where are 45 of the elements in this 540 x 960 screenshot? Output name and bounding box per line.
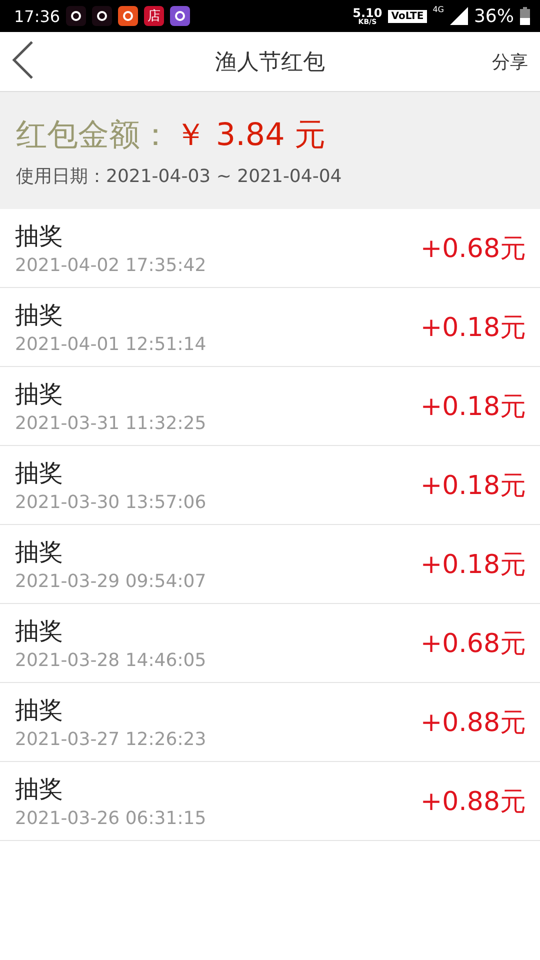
record-time: 2021-04-02 17:35:42 (15, 255, 208, 276)
record-amount: +0.68元 (420, 232, 526, 266)
app-icon: 店 (144, 6, 164, 26)
page-title: 渔人节红包 (215, 50, 325, 74)
record-row[interactable]: 抽奖 2021-03-31 11:32:25 +0.18元 (0, 367, 540, 446)
clock: 17:36 (14, 6, 60, 26)
network-type: 4G (432, 5, 444, 14)
record-time: 2021-03-26 06:31:15 (15, 808, 208, 829)
record-row[interactable]: 抽奖 2021-03-27 12:26:23 +0.88元 (0, 683, 540, 762)
speed-value: 5.10 (352, 6, 382, 18)
amount-value: ￥ 3.84 元 (175, 116, 326, 155)
share-button[interactable]: 分享 (492, 50, 528, 74)
record-title: 抽奖 (15, 774, 64, 805)
battery-icon (520, 7, 530, 25)
battery-level: 36% (474, 6, 514, 26)
record-amount: +0.18元 (420, 548, 526, 582)
volte-badge: VoLTE (388, 10, 427, 22)
record-time: 2021-03-30 13:57:06 (15, 492, 208, 513)
date-range: 使用日期：2021-04-03 ~ 2021-04-04 (16, 165, 343, 188)
amount-label: 红包金额： (16, 116, 171, 155)
record-row[interactable]: 抽奖 2021-03-28 14:46:05 +0.68元 (0, 604, 540, 683)
record-title: 抽奖 (15, 379, 64, 410)
record-row[interactable]: 抽奖 2021-04-02 17:35:42 +0.68元 (0, 209, 540, 288)
record-time: 2021-04-01 12:51:14 (15, 334, 208, 355)
record-title: 抽奖 (15, 300, 64, 331)
record-title: 抽奖 (15, 616, 64, 647)
record-row[interactable]: 抽奖 2021-03-26 06:31:15 +0.88元 (0, 762, 540, 841)
record-amount: +0.18元 (420, 390, 526, 424)
record-title: 抽奖 (15, 537, 64, 568)
record-row[interactable]: 抽奖 2021-03-29 09:54:07 +0.18元 (0, 525, 540, 604)
record-amount: +0.88元 (420, 706, 526, 740)
record-time: 2021-03-31 11:32:25 (15, 413, 208, 434)
signal-icon (450, 7, 468, 25)
record-row[interactable]: 抽奖 2021-04-01 12:51:14 +0.18元 (0, 288, 540, 367)
record-title: 抽奖 (15, 695, 64, 726)
record-amount: +0.18元 (420, 470, 526, 502)
record-row[interactable]: 抽奖 2021-03-30 13:57:06 +0.18元 (0, 446, 540, 525)
record-time: 2021-03-29 09:54:07 (15, 571, 208, 592)
record-amount: +0.88元 (420, 786, 526, 818)
record-title: 抽奖 (15, 221, 64, 252)
record-title: 抽奖 (15, 458, 64, 489)
record-time: 2021-03-28 14:46:05 (15, 650, 208, 671)
record-amount: +0.18元 (420, 312, 526, 344)
record-time: 2021-03-27 12:26:23 (15, 729, 208, 750)
record-amount: +0.68元 (420, 628, 526, 660)
